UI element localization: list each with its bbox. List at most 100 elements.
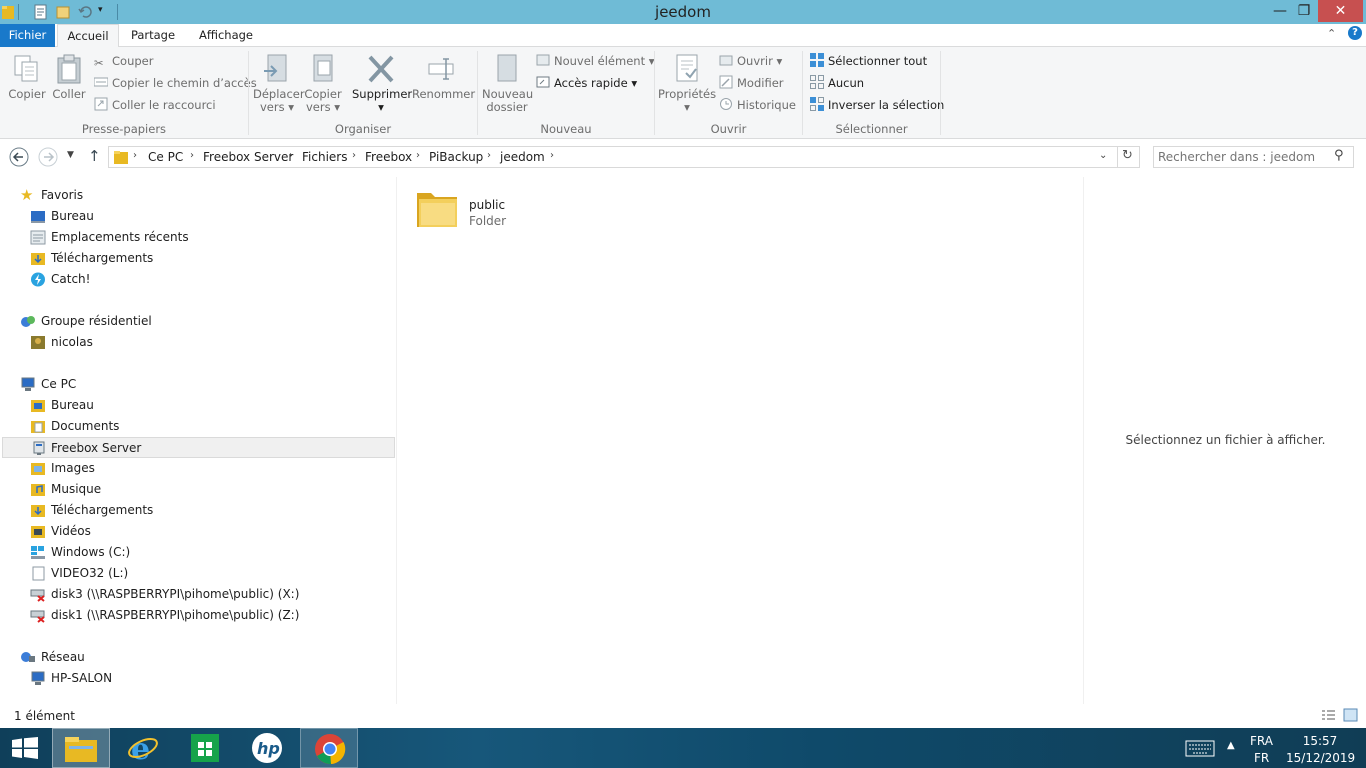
aucun-button[interactable]: Aucun — [810, 74, 864, 92]
nav-documents[interactable]: Documents — [0, 416, 396, 437]
nav-images[interactable]: Images — [0, 458, 396, 479]
nav-ce-pc[interactable]: Ce PC — [0, 374, 396, 395]
nav-groupe-residentiel[interactable]: Groupe résidentiel — [0, 311, 396, 332]
close-button[interactable]: ✕ — [1318, 0, 1363, 22]
invert-selection-icon — [810, 97, 824, 111]
copier-chemin-button[interactable]: Copier le chemin d’accès — [94, 74, 257, 92]
nav-nicolas[interactable]: nicolas — [0, 332, 396, 353]
nav-reseau[interactable]: Réseau — [0, 647, 396, 668]
language-indicator[interactable]: FRA — [1250, 734, 1273, 748]
nav-disk3-label: disk3 (\\RASPBERRYPI\pihome\public) (X:) — [51, 587, 300, 601]
deplacer-vers-button[interactable]: Déplacer vers ▾ — [253, 53, 305, 114]
address-bar[interactable]: › Ce PC › Freebox Server › Fichiers › Fr… — [108, 146, 1140, 168]
back-button-icon[interactable] — [9, 147, 29, 167]
breadcrumb-ce-pc[interactable]: Ce PC — [148, 150, 183, 164]
copier-vers-label-1: Copier — [304, 87, 342, 101]
nav-windows-c[interactable]: Windows (C:) — [0, 542, 396, 563]
nav-telechargements-favoris[interactable]: Téléchargements — [0, 248, 396, 269]
list-item[interactable]: public Folder — [415, 183, 525, 235]
ribbon-collapse-icon[interactable]: ⌃ — [1327, 27, 1336, 40]
supprimer-button[interactable]: Supprimer ▾ — [352, 53, 413, 114]
breadcrumb-chevron-icon[interactable]: › — [289, 150, 293, 161]
breadcrumb-jeedom[interactable]: jeedom — [500, 150, 545, 164]
search-icon[interactable]: ⚲ — [1334, 148, 1344, 163]
maximize-button[interactable]: ❐ — [1292, 0, 1316, 22]
breadcrumb-freebox[interactable]: Freebox — [365, 150, 412, 164]
nav-bureau2-label: Bureau — [51, 398, 94, 412]
keyboard-layout-indicator[interactable]: FR — [1254, 751, 1269, 765]
nav-musique[interactable]: Musique — [0, 479, 396, 500]
nouveau-dossier-button[interactable]: Nouveau dossier — [482, 53, 533, 114]
large-icons-view-icon[interactable] — [1343, 708, 1358, 722]
taskbar-chrome-button[interactable] — [300, 728, 358, 768]
breadcrumb-fichiers[interactable]: Fichiers — [302, 150, 347, 164]
selectionner-tout-button[interactable]: Sélectionner tout — [810, 52, 927, 70]
copier-button[interactable]: Copier — [6, 53, 48, 101]
forward-button-icon[interactable] — [38, 147, 58, 167]
taskbar-hp-button[interactable]: hp — [238, 728, 296, 768]
easy-access-icon — [536, 76, 550, 88]
show-hidden-icons-icon[interactable]: ▲ — [1227, 740, 1235, 751]
details-view-icon[interactable] — [1321, 709, 1336, 722]
refresh-icon[interactable]: ↻ — [1122, 148, 1133, 163]
open-icon — [719, 55, 733, 66]
tab-accueil[interactable]: Accueil — [57, 24, 119, 48]
tab-partage[interactable]: Partage — [122, 24, 184, 47]
search-input[interactable] — [1158, 148, 1328, 166]
copier-vers-button[interactable]: Copier vers ▾ — [300, 53, 346, 114]
windows-start-icon[interactable] — [12, 737, 38, 759]
ribbon: Copier Coller ✂ Couper Copier le chemin d… — [0, 47, 1366, 139]
tab-fichier[interactable]: Fichier — [0, 24, 55, 47]
coller-button[interactable]: Coller — [48, 53, 90, 101]
minimize-button[interactable]: — — [1268, 0, 1292, 22]
touch-keyboard-icon[interactable] — [1185, 740, 1215, 757]
acces-rapide-button[interactable]: Accès rapide ▾ — [536, 74, 637, 92]
nav-disk3-x[interactable]: disk3 (\\RASPBERRYPI\pihome\public) (X:) — [0, 584, 396, 605]
breadcrumb-freebox-server[interactable]: Freebox Server — [203, 150, 293, 164]
modifier-button[interactable]: Modifier — [719, 74, 784, 92]
renommer-button[interactable]: Renommer — [412, 53, 475, 101]
supprimer-label: Supprimer — [352, 87, 413, 101]
taskbar-store-button[interactable] — [176, 728, 234, 768]
up-arrow-icon[interactable]: ↑ — [88, 147, 101, 165]
nav-telechargements-pc[interactable]: Téléchargements — [0, 500, 396, 521]
breadcrumb-chevron-icon[interactable]: › — [550, 150, 554, 161]
taskbar-ie-button[interactable]: e — [114, 728, 172, 768]
breadcrumb-chevron-icon[interactable]: › — [416, 150, 420, 161]
taskbar-explorer-button[interactable] — [52, 728, 110, 768]
nav-freebox-server[interactable]: Freebox Server — [2, 437, 395, 458]
inverser-selection-button[interactable]: Inverser la sélection — [810, 96, 944, 114]
breadcrumb-chevron-icon[interactable]: › — [352, 150, 356, 161]
coller-raccourci-button[interactable]: Coller le raccourci — [94, 96, 216, 114]
drive-icon — [32, 566, 45, 581]
help-icon[interactable]: ? — [1348, 26, 1362, 40]
nav-disk1-z[interactable]: disk1 (\\RASPBERRYPI\pihome\public) (Z:) — [0, 605, 396, 626]
nav-hp-salon[interactable]: HP-SALON — [0, 668, 396, 689]
recent-locations-dropdown-icon[interactable]: ▼ — [67, 150, 74, 160]
tab-affichage[interactable]: Affichage — [191, 24, 261, 47]
pictures-folder-icon — [31, 463, 45, 475]
proprietes-button[interactable]: Propriétés ▾ — [658, 53, 716, 114]
nouvel-element-button[interactable]: Nouvel élément ▾ — [536, 52, 655, 70]
breadcrumb-pibackup[interactable]: PiBackup — [429, 150, 483, 164]
nav-bureau-favoris[interactable]: Bureau — [0, 206, 396, 227]
clock-date[interactable]: 15/12/2019 — [1286, 751, 1355, 765]
videos-folder-icon — [31, 526, 45, 538]
coller-label: Coller — [52, 87, 86, 101]
nav-emplacements-recents[interactable]: Emplacements récents — [0, 227, 396, 248]
nav-favoris[interactable]: ★ Favoris — [0, 185, 396, 206]
search-box[interactable]: ⚲ — [1153, 146, 1354, 168]
nav-bureau-pc[interactable]: Bureau — [0, 395, 396, 416]
nav-videos[interactable]: Vidéos — [0, 521, 396, 542]
breadcrumb-chevron-icon[interactable]: › — [487, 150, 491, 161]
historique-button[interactable]: Historique — [719, 96, 796, 114]
breadcrumb-chevron-icon[interactable]: › — [190, 150, 194, 161]
couper-button[interactable]: ✂ Couper — [94, 52, 153, 70]
ouvrir-button[interactable]: Ouvrir ▾ — [719, 52, 782, 70]
address-dropdown-icon[interactable]: ⌄ — [1099, 150, 1107, 161]
nav-video32-l[interactable]: VIDEO32 (L:) — [0, 563, 396, 584]
breadcrumb-chevron-icon[interactable]: › — [133, 150, 137, 161]
clock-time[interactable]: 15:57 — [1290, 734, 1350, 748]
disconnected-network-drive-icon — [30, 610, 45, 623]
nav-catch[interactable]: Catch! — [0, 269, 396, 290]
